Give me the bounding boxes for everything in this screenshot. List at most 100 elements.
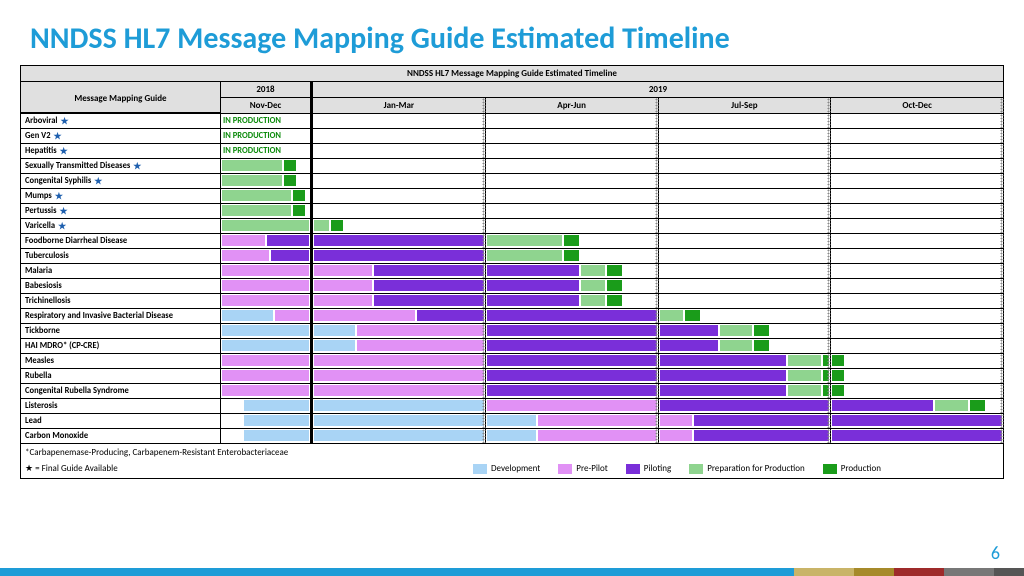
bar-prod <box>684 309 701 322</box>
in-production-label: IN PRODUCTION <box>221 131 281 141</box>
bar-prep <box>719 324 753 337</box>
bar-dev <box>313 324 356 337</box>
bar-prod <box>822 369 831 382</box>
bar-pilot <box>831 414 1003 427</box>
bar-prod <box>606 279 623 292</box>
bar-prepilot <box>356 339 485 352</box>
table-row: Sexually Transmitted Diseases★ <box>21 159 1003 174</box>
bar-prepilot <box>221 294 310 307</box>
bar-pilot <box>270 249 310 262</box>
table-row: Tickborne <box>21 324 1003 339</box>
bar-prepilot <box>537 414 657 427</box>
bar-prepilot <box>313 279 373 292</box>
row-label: Tuberculosis <box>21 249 221 263</box>
row-label: Respiratory and Invasive Bacterial Disea… <box>21 309 221 323</box>
bar-prod <box>330 219 344 232</box>
bar-prod <box>753 339 770 352</box>
row-label: Congenital Rubella Syndrome <box>21 384 221 398</box>
bar-prepilot <box>659 414 693 427</box>
bar-prod <box>831 369 845 382</box>
bar-dev <box>221 309 274 322</box>
bar-prep <box>221 159 283 172</box>
legend-dev: Development <box>473 463 540 474</box>
bar-dev <box>221 339 310 352</box>
bar-prep <box>313 219 330 232</box>
table-row: Rubella <box>21 369 1003 384</box>
in-production-label: IN PRODUCTION <box>221 146 281 156</box>
q2: Apr-Jun <box>486 97 659 113</box>
bar-prep <box>580 294 606 307</box>
bar-prepilot <box>221 249 270 262</box>
table-row: Trichinellosis <box>21 294 1003 309</box>
bar-prep <box>934 399 968 412</box>
bar-pilot <box>659 354 788 367</box>
bar-dev <box>313 414 485 427</box>
bar-prep <box>221 204 292 217</box>
star-icon: ★ <box>133 161 141 172</box>
sub-2018: Nov-Dec <box>221 97 313 113</box>
bar-pilot <box>659 399 831 412</box>
table-row: Varicella★ <box>21 219 1003 234</box>
bar-pilot <box>486 294 580 307</box>
bar-prepilot <box>221 264 310 277</box>
slide-title: NNDSS HL7 Message Mapping Guide Estimate… <box>0 0 1024 65</box>
bar-prepilot <box>313 309 416 322</box>
row-label: Sexually Transmitted Diseases★ <box>21 159 221 173</box>
bar-pilot <box>486 339 658 352</box>
bar-pilot <box>486 309 658 322</box>
bar-dev <box>313 399 485 412</box>
bar-pilot <box>373 294 485 307</box>
row-label: Congenital Syphilis★ <box>21 174 221 188</box>
row-label: Rubella <box>21 369 221 383</box>
bar-prep <box>787 384 821 397</box>
row-label: Lead <box>21 414 221 428</box>
bar-prod <box>753 324 770 337</box>
bar-dev <box>221 324 310 337</box>
bar-pilot <box>266 234 311 247</box>
table-row: Hepatitis★IN PRODUCTION <box>21 144 1003 159</box>
bottom-accent-bar <box>0 568 1024 576</box>
bar-prepilot <box>313 264 373 277</box>
table-row: Malaria <box>21 264 1003 279</box>
bar-dev <box>313 429 485 442</box>
bar-prod <box>606 264 623 277</box>
bar-pilot <box>373 279 485 292</box>
bar-prod <box>822 384 831 397</box>
bar-dev <box>243 429 310 442</box>
row-label: Tickborne <box>21 324 221 338</box>
table-row: Arboviral★IN PRODUCTION <box>21 114 1003 129</box>
table-row: Gen V2★IN PRODUCTION <box>21 129 1003 144</box>
q4: Oct-Dec <box>831 97 1003 113</box>
bar-pilot <box>486 264 580 277</box>
bar-prep <box>221 219 310 232</box>
bar-pilot <box>416 309 485 322</box>
bar-prepilot <box>221 279 310 292</box>
bar-prepilot <box>313 369 485 382</box>
bar-prepilot <box>221 354 310 367</box>
bar-pilot <box>486 324 658 337</box>
table-row: HAI MDRO* (CP-CRE) <box>21 339 1003 354</box>
star-icon: ★ <box>60 146 68 157</box>
bar-prepilot <box>313 384 485 397</box>
row-label: Foodborne Diarrheal Disease <box>21 234 221 248</box>
row-label: Pertussis★ <box>21 204 221 218</box>
bar-pilot <box>373 264 485 277</box>
row-label: Hepatitis★ <box>21 144 221 158</box>
bar-prep <box>486 249 563 262</box>
gantt-chart: NNDSS HL7 Message Mapping Guide Estimate… <box>0 65 1024 479</box>
row-label: Varicella★ <box>21 219 221 233</box>
q1: Jan-Mar <box>313 97 486 113</box>
row-label: HAI MDRO* (CP-CRE) <box>21 339 221 353</box>
bar-prod <box>283 174 296 187</box>
bar-pilot <box>659 324 719 337</box>
bar-pilot <box>693 414 830 427</box>
bar-pilot <box>486 354 658 367</box>
bar-prep <box>787 354 821 367</box>
bar-dev <box>243 414 310 427</box>
bar-prod <box>563 249 580 262</box>
bar-prepilot <box>537 429 657 442</box>
bar-pilot <box>486 384 658 397</box>
bar-pilot <box>313 234 485 247</box>
table-row: Respiratory and Invasive Bacterial Disea… <box>21 309 1003 324</box>
star-icon: ★ <box>94 176 102 187</box>
